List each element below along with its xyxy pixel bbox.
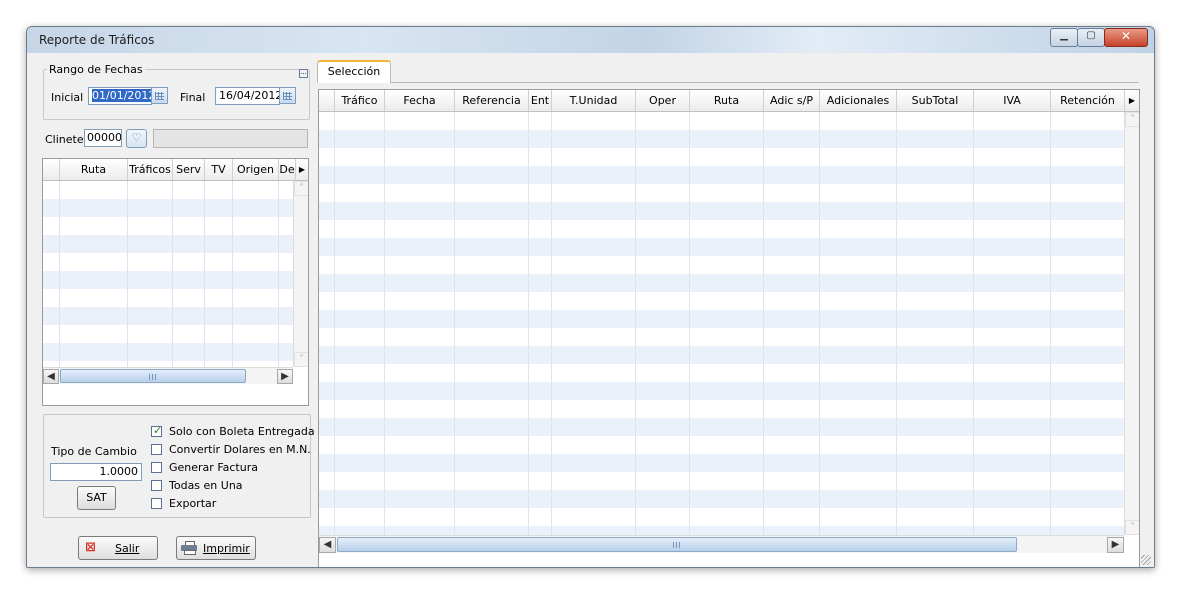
scroll-right-icon[interactable]: ▶ [277,369,293,384]
selection-hscroll-thumb[interactable] [337,537,1017,552]
sat-button[interactable]: SAT [77,486,116,510]
title-bar[interactable]: Reporte de Tráficos ▁ ▢ ✕ [27,27,1154,53]
date-range-legend: Rango de Fechas [47,63,145,76]
start-date-picker-button[interactable] [151,87,168,104]
client-name-field [153,129,308,148]
selection-grid-header: Tráfico Fecha Referencia Ent T.Unidad Op… [319,90,1139,112]
selection-col-adic-sp[interactable]: Adic s/P [764,90,820,111]
close-button[interactable]: ✕ [1104,28,1148,47]
routes-col-traficos[interactable]: Tráficos [128,159,173,180]
close-icon: ✕ [1120,29,1132,43]
routes-grid[interactable]: Ruta Tráficos Serv TV Origen De ▶ ˄ ˅ ◀ [42,158,309,406]
routes-col-tv[interactable]: TV [205,159,233,180]
printer-icon [181,541,197,555]
checkbox-convertir-dolares[interactable]: Convertir Dolares en M.N. [150,441,311,457]
selection-col-adicionales[interactable]: Adicionales [820,90,897,111]
selection-col-ent[interactable]: Ent [529,90,552,111]
tab-seleccion[interactable]: Selección [317,60,391,83]
selection-col-fecha[interactable]: Fecha [385,90,455,111]
selection-col-referencia[interactable]: Referencia [455,90,529,111]
scroll-left-icon[interactable]: ◀ [319,537,336,553]
maximize-icon: ▢ [1086,30,1096,41]
selection-col-trafico[interactable]: Tráfico [335,90,385,111]
end-date-label: Final [180,91,206,104]
tab-seleccion-label: Selección [327,65,381,78]
client-lookup-button[interactable]: ♡ [126,129,147,148]
print-button-label: Imprimir [203,542,250,555]
routes-grid-header: Ruta Tráficos Serv TV Origen De ▶ [43,159,308,181]
routes-grid-rows [43,181,293,367]
resize-grip-icon[interactable] [1141,555,1151,565]
options-checklist: ✓ Solo con Boleta Entregada Convertir Do… [150,423,315,513]
heart-lookup-icon: ♡ [131,131,142,144]
scroll-up-icon[interactable]: ˄ [1125,112,1139,127]
maximize-button[interactable]: ▢ [1077,28,1105,47]
selection-grid[interactable]: Tráfico Fecha Referencia Ent T.Unidad Op… [318,89,1140,567]
routes-col-indicator [43,159,60,180]
scroll-left-icon[interactable]: ◀ [43,369,59,384]
calendar-icon [283,92,292,100]
client-code-field[interactable]: 00000 [84,129,122,147]
scroll-right-icon[interactable]: ▶ [1107,537,1124,553]
scroll-down-icon[interactable]: ˅ [294,352,308,367]
client-code-value: 00000 [87,131,122,144]
end-date-field[interactable]: 16/04/2012 [215,87,280,105]
start-date-value: 01/01/2012 [92,89,151,102]
routes-col-ruta[interactable]: Ruta [60,159,128,180]
routes-col-destino[interactable]: De [279,159,296,180]
selection-horizontal-scrollbar[interactable]: ◀ ▶ [319,535,1124,553]
selection-col-subtotal[interactable]: SubTotal [897,90,974,111]
scroll-columns-right-icon[interactable]: ▶ [296,159,308,180]
routes-horizontal-scrollbar[interactable]: ◀ ▶ [43,367,293,384]
selection-col-tunidad[interactable]: T.Unidad [552,90,636,111]
selection-col-ruta[interactable]: Ruta [690,90,764,111]
routes-col-serv[interactable]: Serv [173,159,205,180]
minimize-icon: ▁ [1060,30,1068,41]
selection-col-indicator [319,90,335,111]
scroll-up-icon[interactable]: ˄ [294,181,308,196]
client-label: Clinete [45,133,84,146]
exit-button-label: Salir [115,542,140,555]
scroll-down-icon[interactable]: ˅ [1125,520,1139,535]
print-button[interactable]: Imprimir [176,536,256,560]
checkbox-todas-en-una[interactable]: Todas en Una [150,477,310,493]
date-range-options-button[interactable]: ... [299,69,308,78]
window-title: Reporte de Tráficos [39,33,155,47]
checkbox-generar-factura[interactable]: Generar Factura [150,459,310,475]
scroll-columns-right-icon[interactable]: ▶ [1125,90,1139,111]
end-date-picker-button[interactable] [279,87,296,104]
routes-hscroll-thumb[interactable] [60,369,246,383]
exchange-rate-field[interactable]: 1.0000 [50,463,142,481]
checkbox-exportar[interactable]: Exportar [150,495,310,511]
routes-vertical-scrollbar[interactable]: ˄ ˅ [293,181,308,367]
exchange-rate-value: 1.0000 [99,465,139,478]
exchange-rate-label: Tipo de Cambio [51,445,137,458]
window-client-area: Rango de Fechas ... Inicial 01/01/2012 F… [27,53,1154,567]
start-date-field[interactable]: 01/01/2012 [88,87,152,105]
selection-col-oper[interactable]: Oper [636,90,690,111]
calendar-icon [155,92,164,100]
start-date-label: Inicial [51,91,84,104]
selection-vertical-scrollbar[interactable]: ˄ ˅ [1124,112,1139,535]
sat-button-label: SAT [86,491,107,504]
routes-col-origen[interactable]: Origen [233,159,279,180]
selection-grid-rows [319,112,1124,535]
tab-strip-line [317,82,1139,83]
exit-button[interactable]: ⊠ Salir [78,536,158,560]
minimize-button[interactable]: ▁ [1050,28,1078,47]
selection-col-retencion[interactable]: Retención [1051,90,1125,111]
check-mark-icon: ✓ [153,424,163,437]
close-x-icon: ⊠ [85,540,96,555]
selection-col-iva[interactable]: IVA [974,90,1051,111]
report-window: Reporte de Tráficos ▁ ▢ ✕ Rango de Fecha… [26,26,1155,568]
end-date-value: 16/04/2012 [219,89,280,102]
checkbox-boleta-entregada[interactable]: ✓ Solo con Boleta Entregada [150,423,315,439]
